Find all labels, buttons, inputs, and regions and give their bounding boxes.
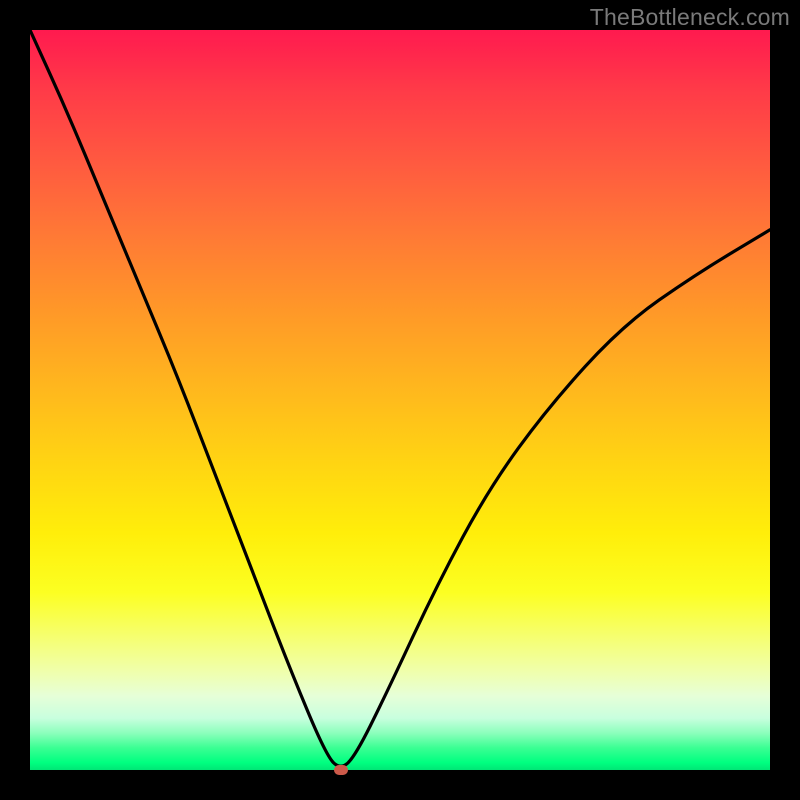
min-marker <box>334 765 348 775</box>
curve-svg <box>30 30 770 770</box>
watermark-text: TheBottleneck.com <box>590 4 790 31</box>
bottleneck-curve <box>30 30 770 766</box>
plot-area <box>30 30 770 770</box>
chart-frame: TheBottleneck.com <box>0 0 800 800</box>
